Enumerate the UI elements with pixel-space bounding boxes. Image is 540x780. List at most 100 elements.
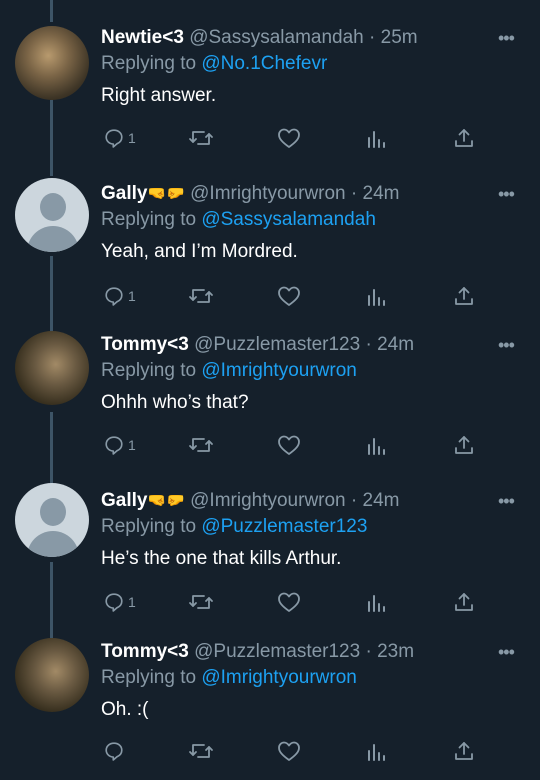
avatar[interactable] [15, 26, 89, 100]
mention-link[interactable]: @Imrightyourwron [201, 360, 357, 381]
display-name[interactable]: Tommy<3 [101, 641, 189, 662]
retweet-button[interactable] [188, 589, 214, 615]
replying-label: Replying to [101, 516, 197, 537]
tweet-text: Right answer. [101, 85, 217, 106]
display-name[interactable]: Tommy<3 [101, 334, 189, 355]
like-icon [278, 435, 300, 455]
tweet-header: Gally🤜🤛 @Imrightyourwron · 24m [101, 182, 399, 206]
mention-link[interactable]: @Sassysalamandah [201, 209, 376, 230]
reply-button[interactable]: 1 [103, 432, 136, 458]
display-name[interactable]: Gally [101, 183, 147, 204]
like-button[interactable] [277, 283, 301, 309]
analytics-button[interactable] [366, 432, 386, 458]
default-avatar-head [40, 498, 66, 526]
retweet-button[interactable] [188, 738, 214, 764]
tweet-text: Ohhh who’s that? [101, 392, 249, 413]
like-icon [278, 128, 300, 148]
replying-label: Replying to [101, 209, 197, 230]
user-handle[interactable]: @Imrightyourwron [190, 490, 346, 511]
share-button[interactable] [453, 432, 475, 458]
tweet[interactable]: Newtie<3 @Sassysalamandah · 25m ••• Repl… [0, 26, 540, 156]
replying-to: Replying to @Imrightyourwron [101, 359, 357, 383]
analytics-button[interactable] [366, 125, 386, 151]
user-handle[interactable]: @Sassysalamandah [189, 27, 364, 48]
default-avatar-head [40, 193, 66, 221]
like-icon [278, 286, 300, 306]
reply-button[interactable] [103, 738, 125, 764]
replying-to: Replying to @Imrightyourwron [101, 666, 357, 690]
share-button[interactable] [453, 125, 475, 151]
display-name[interactable]: Gally [101, 490, 147, 511]
like-button[interactable] [277, 432, 301, 458]
retweet-button[interactable] [188, 283, 214, 309]
tweet[interactable]: Gally🤜🤛 @Imrightyourwron · 24m ••• Reply… [0, 178, 540, 312]
separator-dot: · [350, 490, 358, 511]
more-icon[interactable]: ••• [498, 26, 515, 50]
user-handle[interactable]: @Puzzlemaster123 [194, 334, 360, 355]
share-icon [455, 593, 473, 611]
share-button[interactable] [453, 738, 475, 764]
timestamp[interactable]: 24m [363, 490, 400, 511]
timestamp[interactable]: 24m [377, 334, 414, 355]
retweet-icon [189, 438, 213, 452]
avatar[interactable] [15, 638, 89, 712]
analytics-button[interactable] [366, 283, 386, 309]
timestamp[interactable]: 25m [381, 27, 418, 48]
reply-button[interactable]: 1 [103, 283, 136, 309]
more-icon[interactable]: ••• [498, 333, 515, 357]
reply-icon [105, 436, 123, 455]
default-avatar-body [27, 531, 79, 557]
share-button[interactable] [453, 283, 475, 309]
tweet-header: Gally🤜🤛 @Imrightyourwron · 24m [101, 489, 399, 513]
user-handle[interactable]: @Imrightyourwron [190, 183, 346, 204]
avatar[interactable] [15, 178, 89, 252]
name-emoji: 🤜🤛 [147, 185, 185, 202]
share-icon [455, 287, 473, 305]
mention-link[interactable]: @Imrightyourwron [201, 667, 357, 688]
display-name[interactable]: Newtie<3 [101, 27, 184, 48]
separator-dot: · [350, 183, 358, 204]
mention-link[interactable]: @No.1Chefevr [201, 53, 327, 74]
retweet-button[interactable] [188, 432, 214, 458]
retweet-icon [189, 744, 213, 758]
analytics-icon [368, 438, 385, 455]
thread-line [50, 0, 53, 22]
avatar[interactable] [15, 331, 89, 405]
retweet-icon [189, 131, 213, 145]
action-bar: 1 [0, 589, 540, 615]
tweet[interactable]: Tommy<3 @Puzzlemaster123 · 24m ••• Reply… [0, 331, 540, 463]
more-icon[interactable]: ••• [498, 182, 515, 206]
tweet[interactable]: Tommy<3 @Puzzlemaster123 · 23m ••• Reply… [0, 638, 540, 770]
reply-icon [105, 287, 123, 306]
tweet-header: Tommy<3 @Puzzlemaster123 · 24m [101, 333, 414, 357]
replying-to: Replying to @Sassysalamandah [101, 208, 376, 232]
analytics-icon [368, 289, 385, 306]
reply-button[interactable]: 1 [103, 125, 136, 151]
reply-count: 1 [128, 594, 136, 610]
mention-link[interactable]: @Puzzlemaster123 [201, 516, 367, 537]
share-icon [455, 129, 473, 147]
share-button[interactable] [453, 589, 475, 615]
more-icon[interactable]: ••• [498, 489, 515, 513]
like-button[interactable] [277, 125, 301, 151]
retweet-button[interactable] [188, 125, 214, 151]
replying-to: Replying to @No.1Chefevr [101, 52, 327, 76]
name-emoji: 🤜🤛 [147, 492, 185, 509]
like-button[interactable] [277, 589, 301, 615]
reply-button[interactable]: 1 [103, 589, 136, 615]
tweet[interactable]: Gally🤜🤛 @Imrightyourwron · 24m ••• Reply… [0, 483, 540, 619]
avatar[interactable] [15, 483, 89, 557]
tweet-header: Newtie<3 @Sassysalamandah · 25m [101, 26, 418, 50]
analytics-icon [368, 131, 385, 148]
timestamp[interactable]: 23m [377, 641, 414, 662]
timestamp[interactable]: 24m [363, 183, 400, 204]
like-button[interactable] [277, 738, 301, 764]
analytics-icon [368, 595, 385, 612]
analytics-button[interactable] [366, 589, 386, 615]
analytics-icon [368, 744, 385, 761]
analytics-button[interactable] [366, 738, 386, 764]
more-icon[interactable]: ••• [498, 640, 515, 664]
like-icon [278, 741, 300, 761]
user-handle[interactable]: @Puzzlemaster123 [194, 641, 360, 662]
reply-count: 1 [128, 130, 136, 146]
